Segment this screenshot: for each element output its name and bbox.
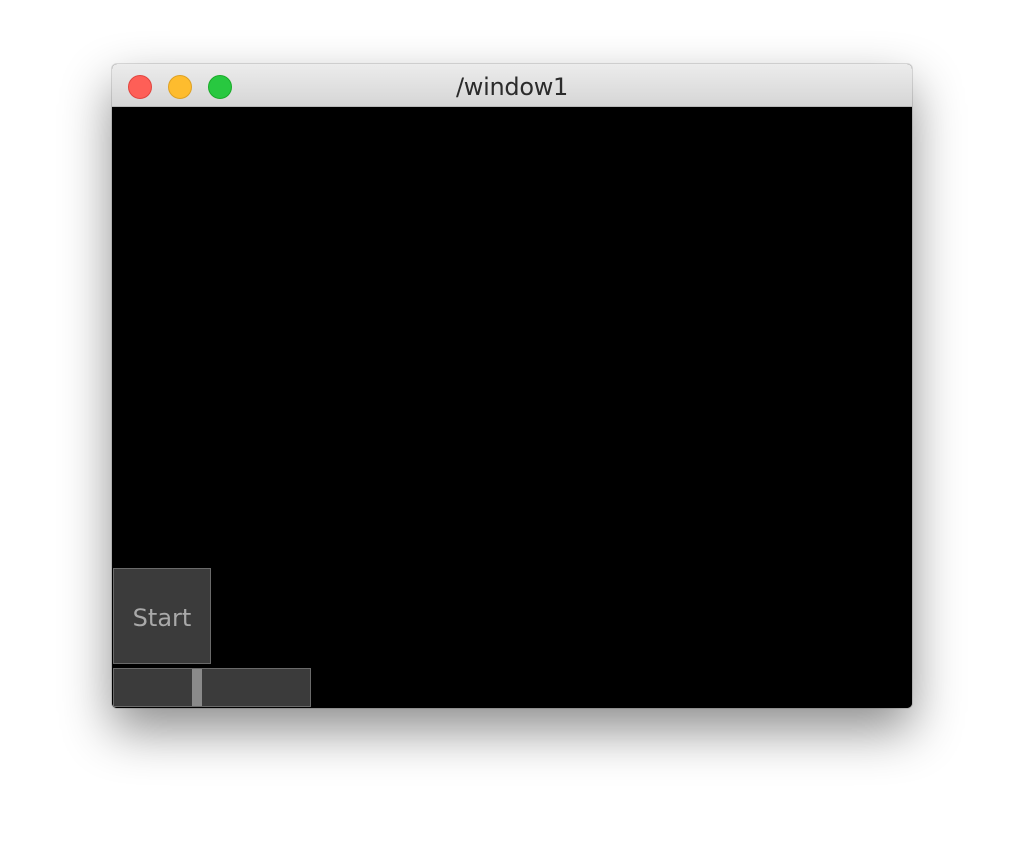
window-titlebar[interactable]: /window1 [112, 64, 912, 107]
slider[interactable] [113, 668, 311, 707]
slider-thumb[interactable] [192, 669, 202, 706]
app-window: /window1 Start [112, 64, 912, 708]
window-title: /window1 [455, 73, 568, 101]
start-button[interactable]: Start [113, 568, 211, 664]
canvas-area[interactable]: Start [112, 107, 912, 708]
